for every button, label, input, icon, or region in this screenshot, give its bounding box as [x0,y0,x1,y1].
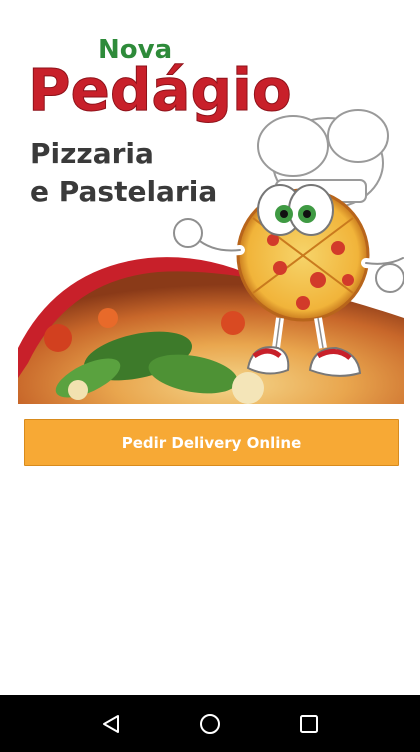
system-navigation-bar [0,695,420,752]
banner-image: Nova Pedágio Pizzaria e Pastelaria [18,18,404,404]
order-delivery-button-label: Pedir Delivery Online [121,433,302,452]
tagline-line1: Pizzaria [30,137,154,170]
back-icon [103,714,120,733]
home-icon [199,713,220,734]
recents-icon [299,714,318,733]
back-button[interactable] [91,704,131,744]
recents-button[interactable] [289,704,329,744]
home-button[interactable] [190,704,230,744]
brand-main-text: Pedágio [28,56,292,124]
tagline-line2: e Pastelaria [30,175,217,208]
order-delivery-button[interactable]: Pedir Delivery Online [24,419,399,466]
